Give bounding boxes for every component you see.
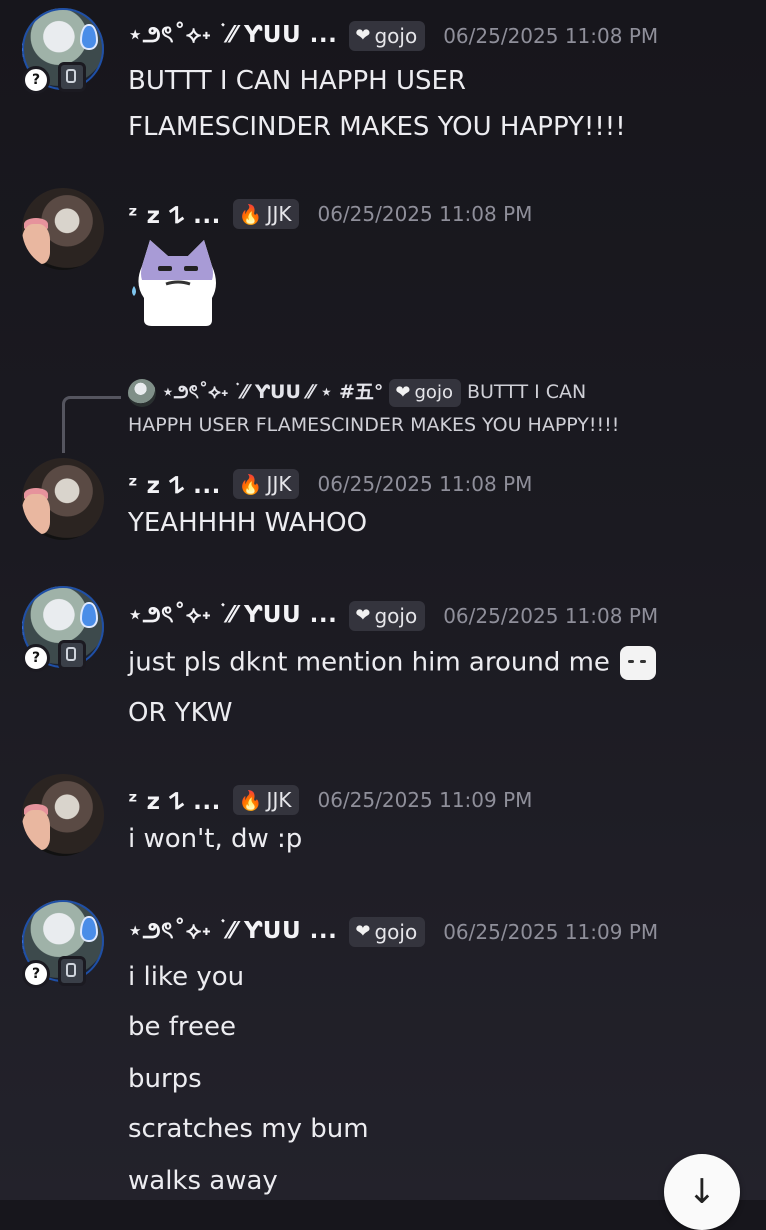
guild-tag-label: gojo: [414, 382, 453, 403]
device-badge-icon: [58, 640, 86, 670]
message-text: just pls dknt mention him around me: [128, 646, 656, 680]
message-text: be freee: [128, 1012, 237, 1042]
arrow-down-icon: ↓: [687, 1172, 717, 1212]
avatar[interactable]: [22, 458, 104, 540]
username[interactable]: ⋆౨ৎ˚⟡˖ ࣪ ⁄⁄ ƳUU ...: [128, 912, 337, 951]
message-text: scratches my bum: [128, 1114, 369, 1144]
username[interactable]: ᶻ z 𐰁 ...: [128, 198, 221, 230]
timestamp: 06/25/2025 11:08 PM: [443, 603, 659, 628]
heart-icon: ❤: [355, 25, 371, 46]
reply-guild-tag: ❤ gojo: [389, 378, 461, 407]
username[interactable]: ⋆౨ৎ˚⟡˖ ࣪ ⁄⁄ ƳUU ...: [128, 596, 337, 635]
fire-icon: 🔥: [238, 789, 263, 812]
timestamp: 06/25/2025 11:09 PM: [317, 788, 533, 812]
username[interactable]: ᶻ z 𐰁 ...: [128, 468, 221, 500]
guild-tag[interactable]: ❤ gojo: [349, 20, 426, 51]
guild-tag-label: JJK: [266, 202, 292, 226]
guild-tag-label: gojo: [374, 919, 418, 944]
message-text: i like you: [128, 962, 245, 992]
timestamp: 06/25/2025 11:09 PM: [443, 919, 659, 944]
device-badge-icon: [58, 62, 86, 92]
question-badge-icon[interactable]: ?: [22, 644, 50, 672]
guild-tag-label: gojo: [374, 23, 418, 48]
cat-sticker[interactable]: [128, 236, 224, 328]
reply-preview[interactable]: ⋆౨ৎ˚⟡˖ ࣪ ⁄⁄ ƳUU ⁄⁄ ⋆ #五° ❤ gojo BUTTT I CAN…: [128, 376, 728, 442]
heart-icon: ❤: [395, 382, 411, 403]
timestamp: 06/25/2025 11:08 PM: [443, 23, 659, 48]
guild-tag[interactable]: ❤ gojo: [349, 600, 426, 631]
message-text: i won't, dw :p: [128, 824, 303, 854]
guild-tag[interactable]: 🔥 JJK: [232, 785, 300, 815]
avatar[interactable]: [22, 188, 104, 270]
reply-username[interactable]: ⋆౨ৎ˚⟡˖ ࣪ ⁄⁄ ƳUU ⁄⁄ ⋆ #五°: [162, 381, 383, 403]
question-badge-icon[interactable]: ?: [22, 960, 50, 988]
message-text: walks away: [128, 1166, 278, 1196]
guild-tag[interactable]: ❤ gojo: [349, 916, 426, 947]
sweat-emoji-icon: [619, 646, 656, 680]
scroll-to-bottom-button[interactable]: ↓: [664, 1154, 740, 1230]
guild-tag[interactable]: 🔥 JJK: [232, 469, 300, 499]
fire-icon: 🔥: [238, 203, 263, 226]
droplet-icon: [80, 24, 98, 50]
droplet-icon: [80, 602, 98, 628]
timestamp: 06/25/2025 11:08 PM: [317, 202, 533, 226]
fire-icon: 🔥: [238, 473, 263, 496]
question-badge-icon[interactable]: ?: [22, 66, 50, 94]
reply-text: BUTTT I CAN: [466, 381, 587, 403]
message-text: YEAHHHH WAHOO: [128, 508, 368, 538]
message-text: burps: [128, 1064, 202, 1094]
message-text-content: just pls dknt mention him around me: [128, 647, 610, 678]
heart-icon: ❤: [355, 605, 371, 626]
reply-connector: [62, 396, 121, 453]
heart-icon: ❤: [355, 921, 371, 942]
guild-tag-label: gojo: [374, 603, 418, 628]
reply-avatar: [128, 378, 156, 407]
guild-tag[interactable]: 🔥 JJK: [232, 199, 300, 229]
avatar[interactable]: [22, 774, 104, 856]
message-text: FLAMESCINDER MAKES YOU HAPPY!!!!: [128, 112, 626, 142]
username[interactable]: ⋆౨ৎ˚⟡˖ ࣪ ⁄⁄ ƳUU ...: [128, 16, 337, 55]
guild-tag-label: JJK: [266, 788, 292, 812]
timestamp: 06/25/2025 11:08 PM: [317, 472, 533, 496]
message-text: OR YKW: [128, 698, 233, 728]
username[interactable]: ᶻ z 𐰁 ...: [128, 784, 221, 816]
device-badge-icon: [58, 956, 86, 986]
guild-tag-label: JJK: [266, 472, 292, 496]
droplet-icon: [80, 916, 98, 942]
message-text: BUTTT I CAN HAPPH USER: [128, 66, 466, 96]
reply-text: HAPPH USER FLAMESCINDER MAKES YOU HAPPY!…: [128, 414, 620, 436]
